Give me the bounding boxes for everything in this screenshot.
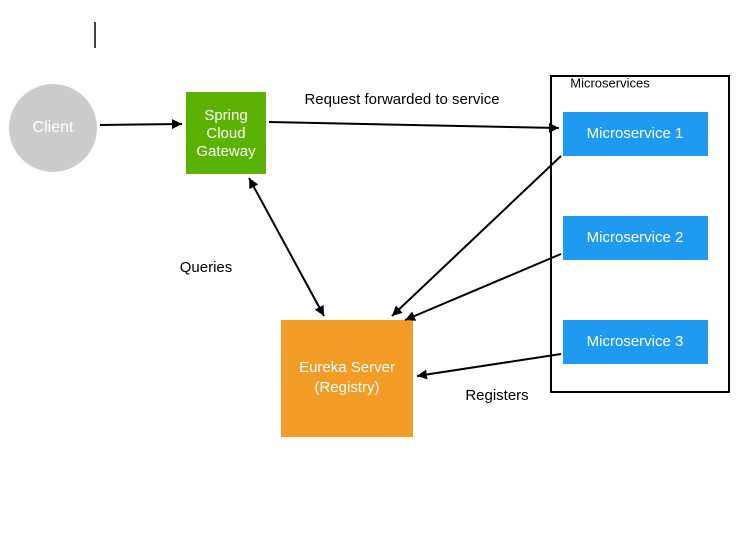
edge-gateway-to-ms1 (269, 122, 559, 128)
microservice-2-node: Microservice 2 (563, 216, 708, 260)
gateway-label-line2: Cloud (206, 125, 245, 142)
edge-gateway-to-ms1-label: Request forwarded to service (304, 91, 499, 108)
client-label: Client (33, 119, 74, 136)
eureka-node: Eureka Server (Registry) (281, 320, 413, 437)
edge-gateway-eureka (249, 178, 324, 316)
microservice-3-node: Microservice 3 (563, 320, 708, 364)
microservices-container-title: Microservices (570, 75, 650, 90)
architecture-diagram: Microservices Client Spring Cloud Gatewa… (0, 0, 749, 540)
edge-ms1-to-eureka (392, 156, 561, 316)
edge-ms2-to-eureka (405, 254, 561, 320)
edge-ms-to-eureka-label: Registers (465, 387, 528, 404)
microservice-1-label: Microservice 1 (587, 125, 684, 142)
microservice-3-label: Microservice 3 (587, 333, 684, 350)
eureka-label-line2: (Registry) (314, 379, 379, 396)
gateway-label-line1: Spring (204, 107, 247, 124)
edge-ms3-to-eureka (417, 354, 561, 376)
eureka-label-line1: Eureka Server (299, 359, 395, 376)
edge-client-to-gateway (100, 124, 182, 125)
gateway-node: Spring Cloud Gateway (186, 92, 266, 174)
microservice-1-node: Microservice 1 (563, 112, 708, 156)
edge-gateway-eureka-label: Queries (180, 259, 233, 276)
gateway-label-line3: Gateway (196, 143, 256, 160)
client-node: Client (9, 84, 97, 172)
microservice-2-label: Microservice 2 (587, 229, 684, 246)
